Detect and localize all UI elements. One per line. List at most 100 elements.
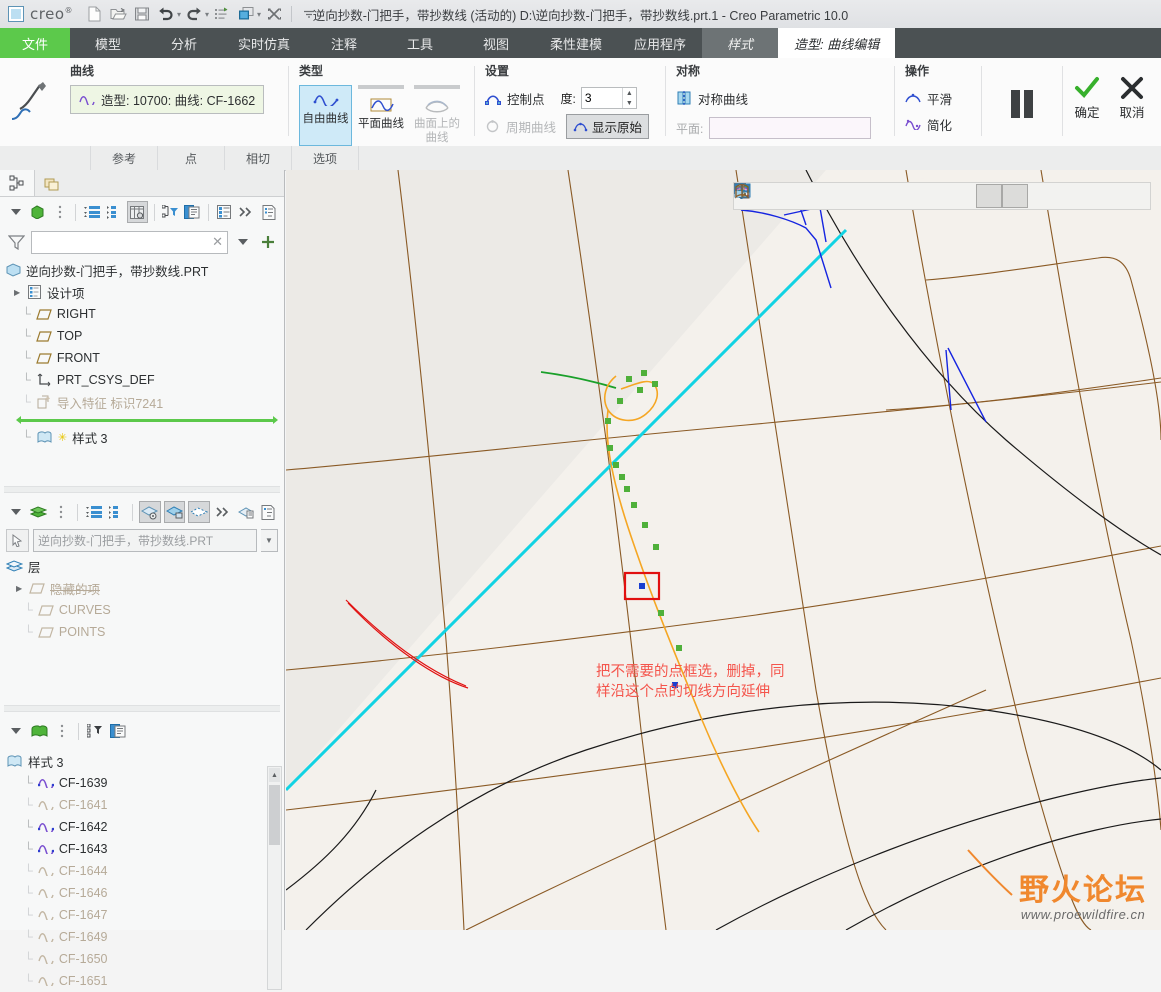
add-filter-icon[interactable] xyxy=(258,232,278,252)
display-style-icon[interactable] xyxy=(734,183,928,207)
tree-columns-icon[interactable] xyxy=(126,201,148,223)
style-item-cf1647[interactable]: └ CF-1647 xyxy=(6,904,284,926)
undo-dropdown-caret[interactable]: ▾ xyxy=(177,10,181,19)
layer-hide-icon[interactable] xyxy=(139,501,161,523)
tree-filter-icon[interactable] xyxy=(161,202,180,222)
tree-item-front[interactable]: └ FRONT xyxy=(6,347,284,369)
tab-style[interactable]: 样式 xyxy=(702,28,779,58)
layer-isolate-icon[interactable] xyxy=(163,501,186,523)
view-manager-icon[interactable] xyxy=(734,183,904,207)
tree-item-csys[interactable]: └ PRT_CSYS_DEF xyxy=(6,369,284,391)
simplify-button[interactable]: 简化 xyxy=(905,111,971,137)
cancel-button[interactable]: 取消 xyxy=(1119,76,1145,121)
point-display-toggle-icon[interactable] xyxy=(734,183,1028,208)
refit-icon[interactable] xyxy=(734,183,832,207)
layer-collapse-icon[interactable] xyxy=(107,502,127,522)
style-dropdown-icon[interactable] xyxy=(6,721,26,741)
dashboard-tab-tangency[interactable]: 相切 xyxy=(225,146,292,170)
layer-expand-icon[interactable] xyxy=(84,502,104,522)
tree-info-icon[interactable] xyxy=(259,202,278,222)
expander-icon[interactable]: ▶ xyxy=(16,584,24,593)
grid-icon[interactable] xyxy=(734,183,1100,207)
customize-qat-icon[interactable] xyxy=(298,3,320,25)
clear-search-icon[interactable]: ✕ xyxy=(212,234,223,250)
new-file-icon[interactable] xyxy=(83,3,105,25)
regenerate-icon[interactable] xyxy=(211,3,233,25)
panel-divider-1[interactable] xyxy=(4,486,280,493)
tab-tools[interactable]: 工具 xyxy=(382,28,458,58)
tab-live-simulation[interactable]: 实时仿真 xyxy=(222,28,306,58)
type-planar-curve-button[interactable]: 平面曲线 xyxy=(354,91,408,131)
redo-icon[interactable] xyxy=(183,3,205,25)
graphics-viewport[interactable]: 把不需要的点框选，删掉，同 样沿这个点的切线方向延伸 插入模式 野火论坛 www… xyxy=(286,170,1161,930)
show-original-button[interactable]: 显示原始 xyxy=(566,113,650,139)
tree-search-input[interactable] xyxy=(36,234,213,250)
symmetric-curve-toggle[interactable]: 对称曲线 xyxy=(676,85,884,111)
layer-props-icon[interactable] xyxy=(236,502,256,522)
collapse-all-icon[interactable] xyxy=(104,202,123,222)
appearance-gallery-icon[interactable] xyxy=(735,185,1052,207)
zoom-in-icon[interactable] xyxy=(734,183,784,207)
degree-input[interactable] xyxy=(581,89,622,107)
tree-item-style-feature[interactable]: └ ✳ 样式 3 xyxy=(6,426,284,448)
style-item-cf1643[interactable]: └ CF-1643 xyxy=(6,838,284,860)
view-orientation-icon[interactable] xyxy=(734,183,856,207)
zoom-out-icon[interactable] xyxy=(734,183,808,207)
search-dropdown-icon[interactable] xyxy=(233,232,253,252)
layer-dropdown-icon[interactable] xyxy=(6,502,26,522)
style-surface-icon[interactable] xyxy=(29,721,49,741)
window-dropdown-caret[interactable]: ▾ xyxy=(257,10,261,19)
panel-divider-2[interactable] xyxy=(4,705,280,712)
type-free-curve-button[interactable]: 自由曲线 xyxy=(299,85,352,146)
style-filter-icon[interactable] xyxy=(85,721,105,741)
tree-search-box[interactable]: ✕ xyxy=(31,230,228,254)
expander-icon[interactable]: ▶ xyxy=(14,288,22,297)
window-icon[interactable] xyxy=(235,3,257,25)
layer-tree-root[interactable]: 层 xyxy=(6,555,284,577)
show-menu-icon[interactable] xyxy=(28,202,47,222)
datum-display-icon[interactable] xyxy=(734,183,952,207)
tree-item-import-feature[interactable]: └ 导入特征 标识7241 xyxy=(6,391,284,413)
style-item-cf1644[interactable]: └ CF-1644 xyxy=(6,860,284,882)
spin-center-icon[interactable] xyxy=(734,183,1076,207)
dashboard-tab-references[interactable]: 参考 xyxy=(91,146,158,170)
section-icon[interactable] xyxy=(734,183,1124,207)
style-item-cf1651[interactable]: └ CF-1651 xyxy=(6,970,284,992)
tab-file[interactable]: 文件 xyxy=(0,28,70,58)
layer-model-selector-caret[interactable]: ▼ xyxy=(261,528,278,552)
tree-item-right[interactable]: └ RIGHT xyxy=(6,303,284,325)
style-item-cf1641[interactable]: └ CF-1641 xyxy=(6,794,284,816)
model-tree-root[interactable]: 逆向抄数-门把手，带抄数线.PRT xyxy=(6,259,284,281)
layer-item-points[interactable]: └ POINTS xyxy=(6,621,284,643)
layer-overflow-icon[interactable] xyxy=(213,502,233,522)
open-file-icon[interactable] xyxy=(107,3,129,25)
tab-annotate[interactable]: 注释 xyxy=(306,28,382,58)
ok-button[interactable]: 确定 xyxy=(1073,76,1101,121)
style-item-cf1639[interactable]: └ CF-1639 xyxy=(6,772,284,794)
select-cursor-icon[interactable] xyxy=(6,528,29,552)
pause-button[interactable] xyxy=(992,90,1052,118)
tab-analysis[interactable]: 分析 xyxy=(146,28,222,58)
tree-item-design-items[interactable]: ▶ 设计项 xyxy=(6,281,284,303)
scrollbar-thumb[interactable] xyxy=(269,785,280,845)
layer-item-hidden[interactable]: ▶ 隐藏的项 xyxy=(6,577,284,599)
undo-icon[interactable] xyxy=(155,3,177,25)
insert-here-marker[interactable] xyxy=(16,416,278,424)
layer-info-icon[interactable] xyxy=(258,502,278,522)
appearance-icon[interactable] xyxy=(735,184,1148,207)
tab-curve-edit[interactable]: 造型: 曲线编辑 xyxy=(778,28,896,58)
close-window-icon[interactable] xyxy=(263,3,285,25)
layer-more-icon[interactable] xyxy=(51,502,71,522)
plane-collector-input[interactable] xyxy=(709,117,872,139)
tab-applications[interactable]: 应用程序 xyxy=(618,28,702,58)
save-icon[interactable] xyxy=(131,3,153,25)
tree-settings-icon[interactable] xyxy=(183,202,202,222)
layer-model-selector[interactable]: 逆向抄数-门把手，带抄数线.PRT xyxy=(33,528,257,552)
model-tree-tab[interactable] xyxy=(0,170,35,196)
layers-icon[interactable] xyxy=(29,502,49,522)
style-settings-icon[interactable] xyxy=(108,721,128,741)
style-tree-scrollbar[interactable]: ▲ xyxy=(267,766,282,990)
saved-views-icon[interactable] xyxy=(734,183,880,207)
model-tree-dropdown-icon[interactable] xyxy=(6,202,25,222)
degree-stepper[interactable]: ▲▼ xyxy=(580,87,637,109)
